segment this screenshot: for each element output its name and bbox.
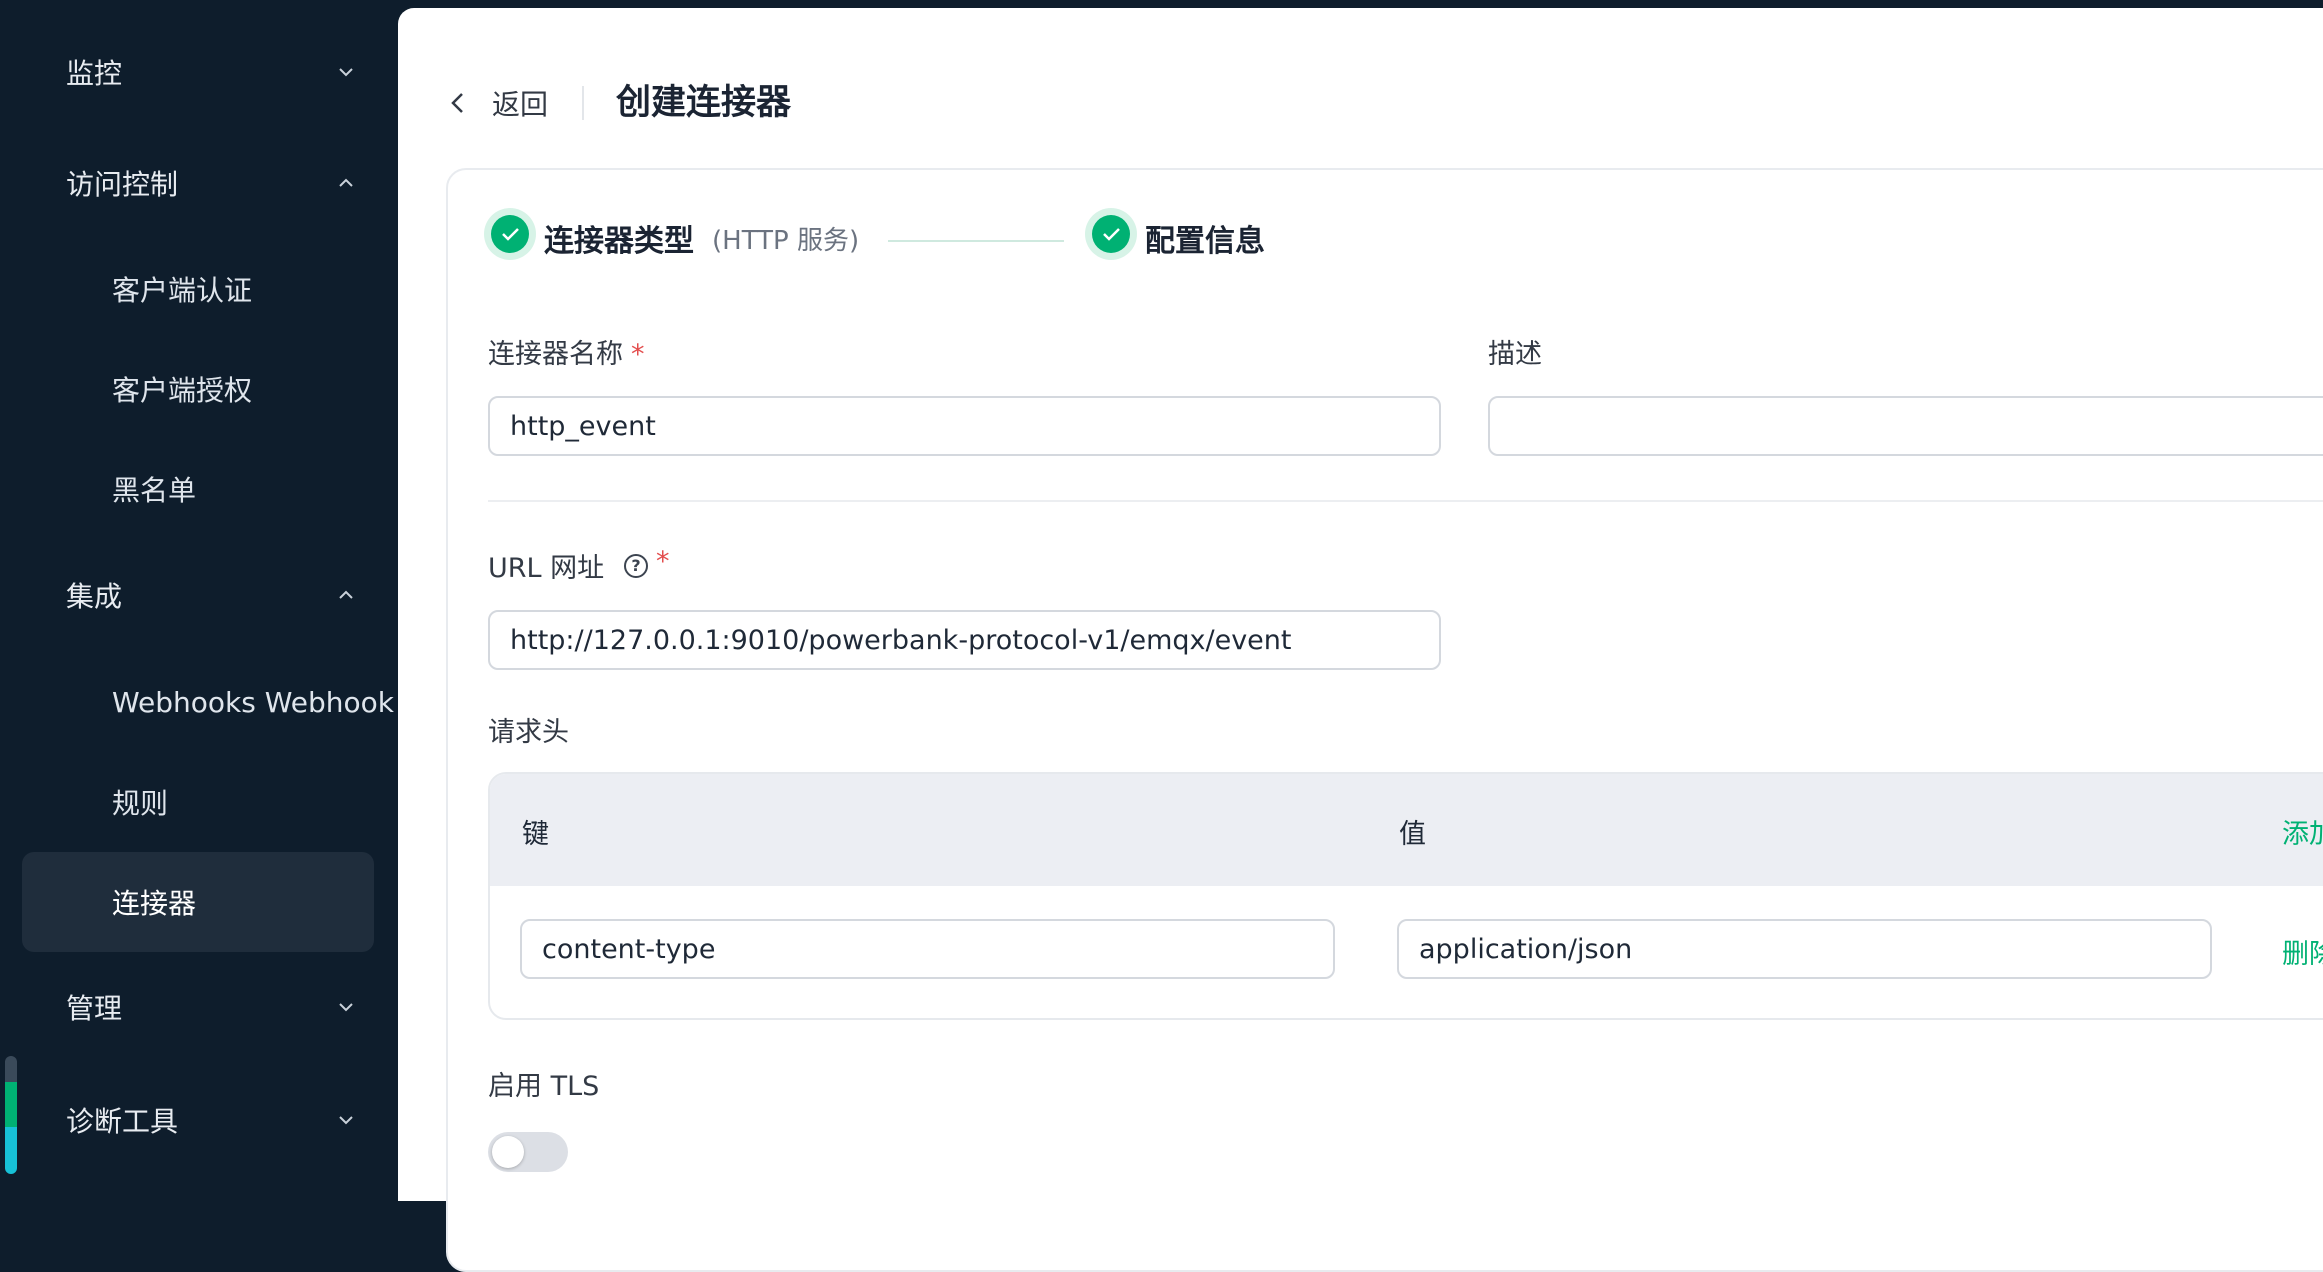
toggle-knob (492, 1136, 524, 1168)
tls-toggle[interactable] (488, 1132, 568, 1172)
sidebar-group-diagnostics[interactable]: 诊断工具 (0, 1085, 398, 1155)
sidebar-group-integration[interactable]: 集成 (0, 560, 398, 630)
headers-label: 请求头 (488, 717, 569, 748)
sidebar-item-label: Webhooks Webhook (112, 685, 395, 719)
sidebar-scrollbar[interactable] (5, 1056, 17, 1174)
sidebar-group-management[interactable]: 管理 (0, 972, 398, 1042)
headers-table: 键 值 添加 content-type application/json 删除 (488, 772, 2323, 1020)
url-label-text: URL 网址 (488, 553, 605, 584)
back-label: 返回 (492, 88, 549, 121)
url-required-mark: * (656, 546, 670, 577)
header-value-value: application/json (1419, 933, 1633, 965)
connector-name-input[interactable]: http_event (488, 396, 1441, 456)
delete-header-button[interactable]: 删除 (2282, 932, 2323, 971)
description-label: 描述 (1488, 339, 1542, 370)
header-value-input[interactable]: application/json (1397, 919, 2212, 979)
help-icon[interactable]: ? (624, 554, 648, 578)
sidebar-item-label: 连接器 (112, 887, 197, 920)
name-label: 连接器名称 * (488, 332, 645, 371)
page-title: 创建连接器 (616, 83, 792, 123)
step-2-title: 配置信息 (1145, 224, 1265, 259)
url-value: http://127.0.0.1:9010/powerbank-protocol… (510, 624, 1292, 656)
add-header-button[interactable]: 添加 (2282, 812, 2323, 851)
sidebar-group-label: 监控 (66, 57, 123, 90)
sidebar-group-label: 诊断工具 (66, 1105, 179, 1138)
sidebar-item-client-authz[interactable]: 客户端授权 (0, 349, 398, 429)
sidebar-group-access[interactable]: 访问控制 (0, 148, 398, 218)
chevron-up-icon (339, 178, 353, 187)
step-complete-icon (1085, 208, 1137, 260)
step-1-title: 连接器类型 (544, 224, 694, 259)
required-mark: * (656, 546, 670, 577)
step-1-subtitle: (HTTP 服务) (712, 226, 860, 256)
back-button[interactable]: 返回 (448, 78, 548, 128)
sidebar-group-label: 集成 (66, 580, 123, 613)
step-connector-line (888, 240, 1064, 242)
tls-label: 启用 TLS (488, 1071, 600, 1102)
step-complete-icon (484, 208, 536, 260)
chevron-down-icon (339, 1003, 353, 1012)
sidebar-group-monitor[interactable]: 监控 (0, 37, 398, 107)
sidebar-item-webhooks[interactable]: Webhooks Webhook (0, 662, 398, 742)
header-key-input[interactable]: content-type (520, 919, 1335, 979)
url-input[interactable]: http://127.0.0.1:9010/powerbank-protocol… (488, 610, 1441, 670)
sidebar-item-blacklist[interactable]: 黑名单 (0, 449, 398, 529)
connector-name-value: http_event (510, 410, 656, 442)
form-divider (488, 500, 2323, 502)
headers-table-header: 键 值 添加 (490, 774, 2323, 886)
sidebar-item-label: 客户端认证 (112, 274, 253, 307)
sidebar-group-label: 管理 (66, 992, 123, 1025)
name-label-text: 连接器名称 (488, 339, 623, 370)
sidebar-item-connectors[interactable]: 连接器 (22, 852, 374, 952)
sidebar-group-label: 访问控制 (66, 168, 179, 201)
chevron-left-icon (451, 93, 463, 113)
sidebar-item-label: 规则 (112, 787, 169, 820)
form-card: 连接器类型 (HTTP 服务) 配置信息 连接器名称 * http_event 描… (446, 168, 2323, 1272)
value-column-header: 值 (1399, 819, 1426, 850)
chevron-down-icon (339, 1116, 353, 1125)
sidebar-item-label: 黑名单 (112, 474, 197, 507)
sidebar-item-rules[interactable]: 规则 (0, 762, 398, 842)
sidebar-item-label: 客户端授权 (112, 374, 253, 407)
header-divider (582, 86, 584, 120)
chevron-up-icon (339, 590, 353, 599)
description-input[interactable] (1488, 396, 2323, 456)
main-content: 返回 创建连接器 连接器类型 (HTTP 服务) 配置信息 连接器名称 * htt… (398, 8, 2323, 1272)
key-column-header: 键 (522, 819, 549, 850)
sidebar: 监控 访问控制 客户端认证 客户端授权 黑名单 集成 Webhooks Webh… (0, 0, 398, 1201)
header-key-value: content-type (542, 933, 716, 965)
chevron-down-icon (339, 68, 353, 77)
sidebar-item-client-auth[interactable]: 客户端认证 (0, 249, 398, 329)
required-mark: * (631, 339, 645, 370)
url-label: URL 网址 (488, 546, 604, 585)
